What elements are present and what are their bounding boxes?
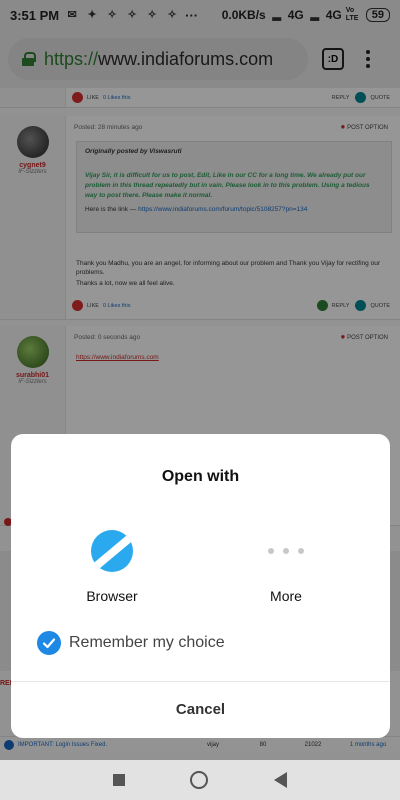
option-more-label[interactable]: More: [221, 588, 351, 604]
open-with-dialog: Open with Browser More Remember my choic…: [11, 434, 390, 738]
recents-button[interactable]: [112, 774, 125, 786]
back-button[interactable]: [274, 772, 288, 788]
cancel-button[interactable]: Cancel: [11, 681, 390, 738]
checkmark-icon[interactable]: [37, 631, 61, 655]
home-button[interactable]: [190, 771, 209, 789]
more-dots-icon[interactable]: [221, 530, 351, 572]
remember-choice-checkbox[interactable]: Remember my choice: [37, 631, 225, 655]
option-more[interactable]: More: [221, 530, 351, 604]
option-browser-label[interactable]: Browser: [47, 588, 177, 604]
remember-choice-label[interactable]: Remember my choice: [69, 634, 225, 652]
browser-app-icon[interactable]: [91, 530, 133, 572]
option-browser[interactable]: Browser: [47, 530, 177, 604]
dialog-title: Open with: [161, 468, 240, 485]
system-nav-bar: [0, 760, 400, 800]
